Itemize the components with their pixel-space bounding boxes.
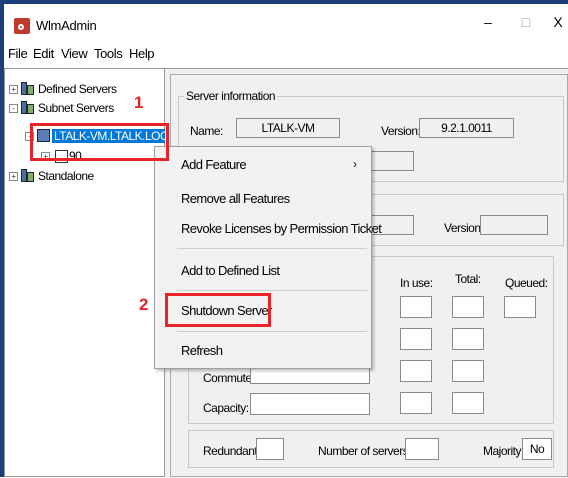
- server-information-title: Server information: [184, 89, 278, 103]
- total-field-1: [452, 296, 484, 318]
- tree-label-subnet-servers: Subnet Servers: [38, 101, 114, 115]
- queued-field-1: [504, 296, 536, 318]
- majority-label: Majority:: [483, 444, 524, 458]
- annotation-marker-1: 1: [134, 93, 144, 112]
- menu-item-revoke-licenses[interactable]: Revoke Licenses by Permission Ticket: [181, 221, 382, 236]
- title-bar: WlmAdmin – □ X: [4, 4, 568, 40]
- server-group-icon: [21, 82, 34, 95]
- in-use-field-3: [400, 360, 432, 382]
- redundant-field: [256, 438, 284, 460]
- menu-tools[interactable]: Tools: [94, 46, 123, 61]
- in-use-field-1: [400, 296, 432, 318]
- menu-item-add-feature[interactable]: Add Feature: [181, 157, 247, 172]
- tree-label-standalone: Standalone: [38, 169, 94, 183]
- server-group-icon: [21, 169, 34, 182]
- expand-icon[interactable]: +: [9, 172, 18, 181]
- annotation-box-shutdown: [165, 293, 271, 327]
- menu-item-refresh[interactable]: Refresh: [181, 343, 223, 358]
- name-label: Name:: [190, 124, 223, 138]
- number-of-servers-label: Number of servers:: [318, 444, 412, 458]
- majority-field: No: [522, 438, 552, 460]
- name-field: LTALK-VM: [236, 118, 340, 138]
- queued-label: Queued:: [505, 276, 548, 290]
- menu-separator: [177, 290, 367, 291]
- maximize-button[interactable]: □: [512, 14, 540, 34]
- capacity-field: [250, 393, 370, 415]
- version-field: 9.2.1.0011: [419, 118, 514, 138]
- expand-icon[interactable]: +: [9, 85, 18, 94]
- menu-help[interactable]: Help: [129, 46, 155, 61]
- info-extra-field: [370, 151, 414, 171]
- minimize-button[interactable]: –: [474, 14, 502, 34]
- total-field-4: [452, 392, 484, 414]
- menu-separator: [177, 248, 367, 249]
- total-field-2: [452, 328, 484, 350]
- feature-version-field: [480, 215, 548, 235]
- menu-bar: File Edit View Tools Help: [4, 40, 568, 69]
- app-icon: [14, 18, 30, 34]
- annotation-box-server: [30, 123, 169, 161]
- total-field-3: [452, 360, 484, 382]
- annotation-marker-2: 2: [139, 295, 149, 314]
- in-use-label: In use:: [400, 276, 433, 290]
- tree-label-defined-servers: Defined Servers: [38, 82, 117, 96]
- close-button[interactable]: X: [544, 14, 568, 34]
- in-use-field-2: [400, 328, 432, 350]
- context-menu: Add Feature › Remove all Features Revoke…: [154, 146, 382, 369]
- in-use-field-4: [400, 392, 432, 414]
- redundant-label: Redundant:: [203, 444, 261, 458]
- menu-file[interactable]: File: [8, 46, 28, 61]
- server-group-icon: [21, 101, 34, 114]
- feature-version-label: Version:: [444, 221, 484, 235]
- menu-item-remove-all-features[interactable]: Remove all Features: [181, 191, 290, 206]
- window-title: WlmAdmin: [36, 18, 97, 33]
- capacity-label: Capacity:: [203, 401, 249, 415]
- menu-view[interactable]: View: [61, 46, 88, 61]
- version-label: Version:: [381, 124, 421, 138]
- wlmadmin-window: WlmAdmin – □ X File Edit View Tools Help…: [0, 0, 568, 478]
- submenu-arrow-icon: ›: [353, 157, 357, 171]
- total-label: Total:: [455, 272, 481, 286]
- menu-edit[interactable]: Edit: [33, 46, 54, 61]
- number-of-servers-field: [405, 438, 439, 460]
- menu-separator: [177, 331, 367, 332]
- menu-item-add-to-defined-list[interactable]: Add to Defined List: [181, 263, 280, 278]
- collapse-icon[interactable]: -: [9, 104, 18, 113]
